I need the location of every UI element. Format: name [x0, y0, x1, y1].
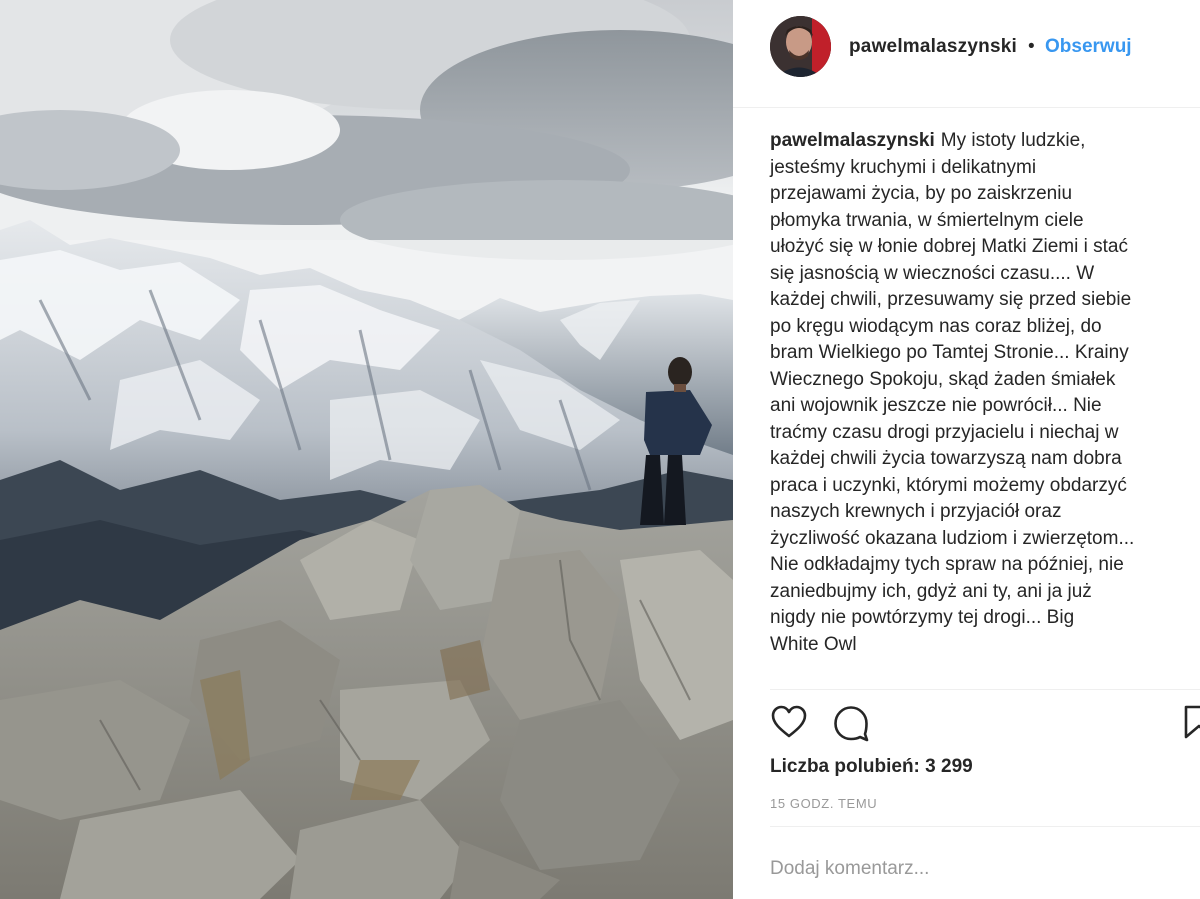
caption-line: White Owl: [770, 633, 857, 655]
profile-photo-icon: [770, 16, 831, 77]
comment-input[interactable]: [770, 852, 1170, 886]
caption-line: życzliwość okazana ludziom i zwierzętom.…: [770, 527, 1135, 549]
heart-icon: [771, 705, 807, 738]
post-side-panel: pawelmalaszynski • Obserwuj pawelmalaszy…: [733, 0, 1200, 899]
separator-dot: •: [1028, 36, 1035, 57]
like-button[interactable]: [770, 704, 810, 744]
post-photo[interactable]: [0, 0, 733, 899]
bookmark-icon: [1184, 705, 1200, 739]
comment-button[interactable]: [832, 704, 872, 744]
caption-line: przejawami życia, by po zaiskrzeniu: [770, 183, 1073, 204]
caption-line: każdej chwili życia towarzyszą nam dobra: [770, 448, 1122, 469]
caption-line: każdej chwili, przesuwamy się przed sieb…: [770, 289, 1132, 310]
divider: [770, 826, 1200, 827]
caption-username[interactable]: pawelmalaszynski: [770, 130, 935, 151]
save-button[interactable]: [1182, 704, 1200, 744]
likes-count[interactable]: Liczba polubień: 3 299: [770, 756, 973, 778]
caption-line: nigdy nie powtórzymy tej drogi... Big: [770, 607, 1075, 628]
caption-line: jesteśmy kruchymi i delikatnymi: [770, 156, 1037, 178]
caption-line: naszych krewnych i przyjaciół oraz: [770, 501, 1062, 522]
follow-button[interactable]: Obserwuj: [1045, 36, 1132, 58]
caption-line: Wiecznego Spokoju, skąd żaden śmiałek: [770, 368, 1116, 390]
caption-line: pawelmalaszynski My istoty ludzkie,: [770, 128, 1180, 155]
mountain-photo: [0, 0, 733, 899]
caption-line: zaniedbujmy ich, gdyż ani ty, ani ja już: [770, 580, 1092, 602]
caption-line: ułożyć się w łonie dobrej Matki Ziemi i …: [770, 236, 1128, 257]
avatar[interactable]: [770, 16, 831, 77]
header-username[interactable]: pawelmalaszynski: [849, 36, 1017, 58]
caption-line: ani wojownik jeszcze nie powrócił... Nie: [770, 395, 1102, 416]
caption-line: bram Wielkiego po Tamtej Stronie... Krai…: [770, 342, 1129, 363]
action-bar: [770, 704, 1200, 744]
caption-line: się jasnością w wieczności czasu.... W: [770, 262, 1095, 284]
post-timestamp[interactable]: 15 GODZ. TEMU: [770, 796, 877, 811]
comment-icon: [834, 706, 869, 742]
caption-line: płomyka trwania, w śmiertelnym ciele: [770, 209, 1084, 231]
post-header: pawelmalaszynski • Obserwuj: [733, 0, 1200, 108]
caption-line: Nie odkładajmy tych spraw na później, ni…: [770, 554, 1124, 575]
caption-text: My istoty ludzkie,: [940, 130, 1086, 151]
caption-line: praca i uczynki, którymi możemy obdarzyć: [770, 474, 1127, 496]
divider: [770, 689, 1200, 690]
caption-line: po kręgu wiodącym nas coraz bliżej, do: [770, 315, 1102, 337]
post-caption: pawelmalaszynski My istoty ludzkie, jeste…: [770, 128, 1180, 658]
caption-line: traćmy czasu drogi przyjacielu i niechaj…: [770, 421, 1119, 443]
